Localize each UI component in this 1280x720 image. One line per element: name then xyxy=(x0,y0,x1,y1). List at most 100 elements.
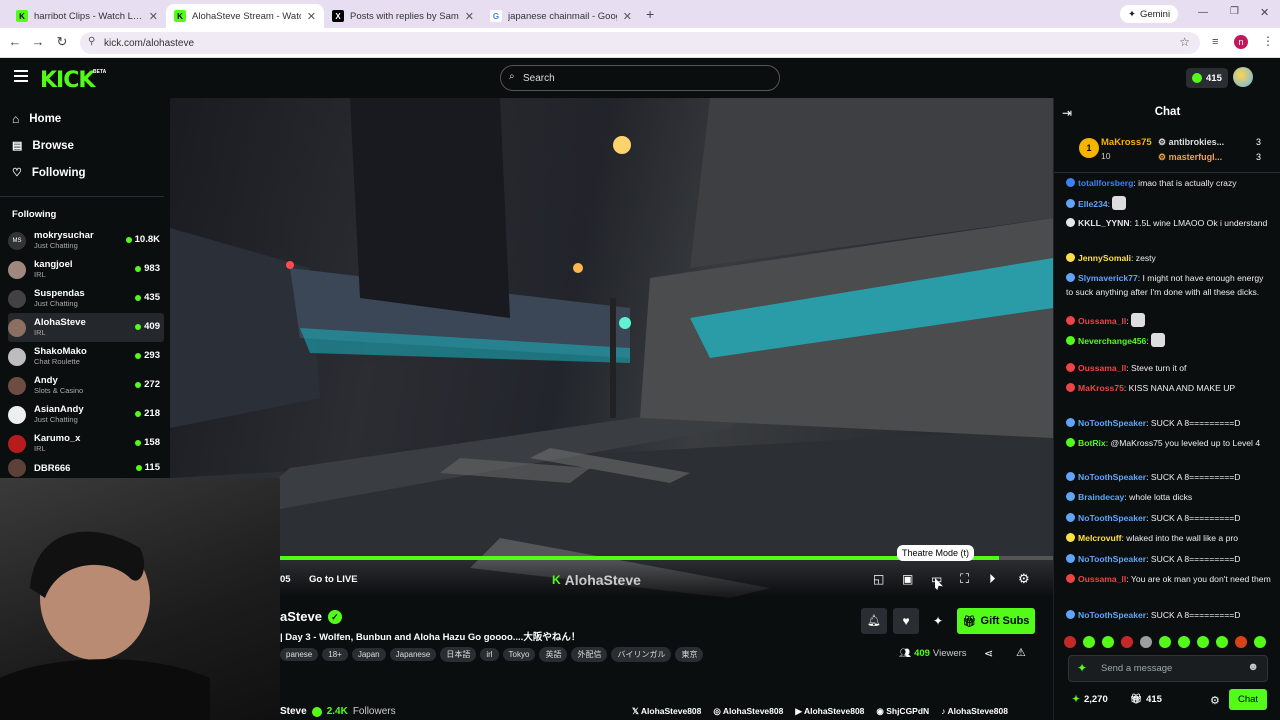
chat-username[interactable]: Oussama_ll xyxy=(1078,316,1126,326)
tag-chip[interactable]: 18+ xyxy=(322,648,348,661)
settings-gear-icon[interactable]: ⚙ xyxy=(1018,571,1030,587)
tag-chip[interactable]: irl xyxy=(480,648,499,661)
user-avatar[interactable] xyxy=(1233,67,1253,87)
chat-username[interactable]: BotRix xyxy=(1078,438,1106,448)
followed-channel[interactable]: kangjoel IRL 983 xyxy=(8,255,164,284)
tag-chip[interactable]: 英語 xyxy=(539,647,568,662)
chat-username[interactable]: NoToothSpeaker xyxy=(1078,554,1146,564)
followed-channel-selected[interactable]: AlohaSteve IRL 409 xyxy=(8,313,164,342)
nav-home[interactable]: ⌂ Home xyxy=(12,112,61,126)
leaderboard-third-name[interactable]: ⚙ masterfugl... xyxy=(1158,152,1222,163)
social-link-youtube[interactable]: ▶ AlohaSteve808 xyxy=(795,706,864,717)
playback-icon[interactable]: ⏵ xyxy=(989,571,996,587)
tag-chip[interactable]: バイリンガル xyxy=(611,647,672,662)
tag-chip[interactable]: Tokyo xyxy=(502,648,536,661)
chat-points[interactable]: ✦ 2,270 xyxy=(1072,694,1108,705)
chat-username[interactable]: NoToothSpeaker xyxy=(1078,418,1146,428)
social-link-instagram[interactable]: ◎ AlohaSteve808 xyxy=(713,706,783,717)
tag-chip[interactable]: 日本語 xyxy=(440,647,477,662)
tag-chip[interactable]: panese xyxy=(280,648,319,661)
tag-chip[interactable]: Japanese xyxy=(389,648,437,661)
followed-channel[interactable]: Andy Slots & Casino 272 xyxy=(8,371,164,400)
clip-icon[interactable]: ▣ xyxy=(902,572,913,586)
chat-username[interactable]: Melcrovuff xyxy=(1078,533,1121,543)
url-field[interactable]: ⚲ kick.com/alohasteve ☆ xyxy=(80,32,1200,54)
social-link-x[interactable]: 𝕏 AlohaSteve808 xyxy=(632,706,701,717)
chat-username[interactable]: NoToothSpeaker xyxy=(1078,610,1146,620)
social-link-tiktok[interactable]: ♪ AlohaSteve808 xyxy=(941,706,1008,717)
emote-icon[interactable] xyxy=(1254,636,1266,648)
profile-avatar[interactable]: n xyxy=(1234,35,1248,49)
chat-username[interactable]: Oussama_ll xyxy=(1078,363,1126,373)
chat-username[interactable]: NoToothSpeaker xyxy=(1078,472,1146,482)
reading-list-icon[interactable]: ≡ xyxy=(1212,36,1218,48)
send-chat-button[interactable]: Chat xyxy=(1229,689,1267,710)
emote-icon[interactable] xyxy=(1159,636,1171,648)
browser-tab[interactable]: G japanese chainmail - Google Se ✕ xyxy=(482,4,640,28)
gift-subs-button[interactable]: 🎁︎ Gift Subs xyxy=(957,608,1035,634)
tag-chip[interactable]: 東京 xyxy=(675,647,704,662)
video-player[interactable]: 05 Go to LIVE K AlohaSteve ◱ ▣ ▭ ⛶ ⏵ ⚙ xyxy=(170,98,1053,598)
emote-icon[interactable] xyxy=(1235,636,1247,648)
fullscreen-icon[interactable]: ⛶ xyxy=(960,571,969,587)
social-link-discord[interactable]: ◉ ShjCGPdN xyxy=(876,706,929,717)
browser-menu-icon[interactable]: ⋮ xyxy=(1262,34,1274,48)
mini-player-icon[interactable]: ◱ xyxy=(873,572,884,586)
chat-settings-gear-icon[interactable]: ⚙ xyxy=(1210,694,1220,707)
restore-icon[interactable]: ❐ xyxy=(1230,6,1239,17)
chat-input[interactable]: ✦ Send a message ☻ xyxy=(1068,655,1268,682)
new-tab-icon[interactable]: + xyxy=(646,6,654,22)
tag-chip[interactable]: 外配信 xyxy=(571,647,608,662)
emote-icon[interactable] xyxy=(1140,636,1152,648)
chat-sparkle-icon[interactable]: ✦ xyxy=(1077,661,1087,675)
chat-username[interactable]: Oussama_ll xyxy=(1078,574,1126,584)
close-tab-icon[interactable]: ✕ xyxy=(307,10,316,23)
leaderboard-top-name[interactable]: MaKross75 xyxy=(1101,137,1152,148)
followed-channel[interactable]: ShakoMako Chat Roulette 293 xyxy=(8,342,164,371)
followed-channel[interactable]: Suspendas Just Chatting 435 xyxy=(8,284,164,313)
notification-bell-button[interactable]: 🔔︎ xyxy=(861,608,887,634)
emote-icon[interactable] xyxy=(1121,636,1133,648)
search-input[interactable]: ⌕ Search xyxy=(500,65,780,91)
followed-channel[interactable]: MS mokrysuchar Just Chatting 10.8K xyxy=(8,226,164,255)
close-tab-icon[interactable]: ✕ xyxy=(465,10,474,23)
back-icon[interactable]: ← xyxy=(6,34,24,49)
chat-username[interactable]: Elle234 xyxy=(1078,199,1108,209)
tag-chip[interactable]: Japan xyxy=(351,648,386,661)
bookmark-star-icon[interactable]: ☆ xyxy=(1179,35,1190,49)
followed-channel[interactable]: Karumo_x IRL 158 xyxy=(8,429,164,458)
nav-following[interactable]: ♡ Following xyxy=(12,166,86,180)
report-warning-icon[interactable]: ⚠ xyxy=(1016,646,1026,659)
chat-username[interactable]: Braindecay xyxy=(1078,492,1124,502)
browser-tab[interactable]: X Posts with replies by Sam Pepp ✕ xyxy=(324,4,482,28)
emoji-picker-icon[interactable]: ☻ xyxy=(1247,661,1259,673)
browser-tab-active[interactable]: K AlohaSteve Stream - Watch Live ✕ xyxy=(166,4,324,28)
chat-username[interactable]: JennySomali xyxy=(1078,253,1131,263)
chat-username[interactable]: NoToothSpeaker xyxy=(1078,513,1146,523)
reload-icon[interactable]: ↻ xyxy=(53,34,71,50)
streamer-name[interactable]: aSteve ✓ xyxy=(280,609,342,624)
follow-heart-button[interactable]: ♥ xyxy=(893,608,919,634)
gemini-button[interactable]: ✦ Gemini xyxy=(1120,5,1179,23)
followed-channel[interactable]: DBR666 115 xyxy=(8,458,164,478)
chat-username[interactable]: Neverchange456 xyxy=(1078,336,1146,346)
followed-channel[interactable]: AsianAndy Just Chatting 218 xyxy=(8,400,164,429)
chat-subs[interactable]: 🎁︎ 415 xyxy=(1130,694,1162,705)
points-badge[interactable]: 415 xyxy=(1186,68,1228,88)
kick-logo[interactable]: KICK xyxy=(40,68,95,93)
share-icon[interactable]: ⋖ xyxy=(984,647,993,660)
chat-username[interactable]: KKLL_YYNN xyxy=(1078,218,1130,228)
footer-name[interactable]: Steve xyxy=(280,706,307,717)
emote-icon[interactable] xyxy=(1102,636,1114,648)
emote-icon[interactable] xyxy=(1083,636,1095,648)
nav-browse[interactable]: ▤ Browse xyxy=(12,139,74,153)
emote-icon[interactable] xyxy=(1216,636,1228,648)
leaderboard-second-name[interactable]: ⚙ antibrokies... xyxy=(1158,137,1224,148)
forward-icon[interactable]: → xyxy=(29,34,47,49)
chat-username[interactable]: totallforsberg xyxy=(1078,178,1133,188)
site-info-icon[interactable]: ⚲ xyxy=(88,36,95,47)
close-window-icon[interactable]: ✕ xyxy=(1260,6,1269,19)
emote-icon[interactable] xyxy=(1064,636,1076,648)
sparkle-button[interactable]: ✦ xyxy=(925,608,951,634)
hamburger-menu-icon[interactable] xyxy=(14,70,28,82)
